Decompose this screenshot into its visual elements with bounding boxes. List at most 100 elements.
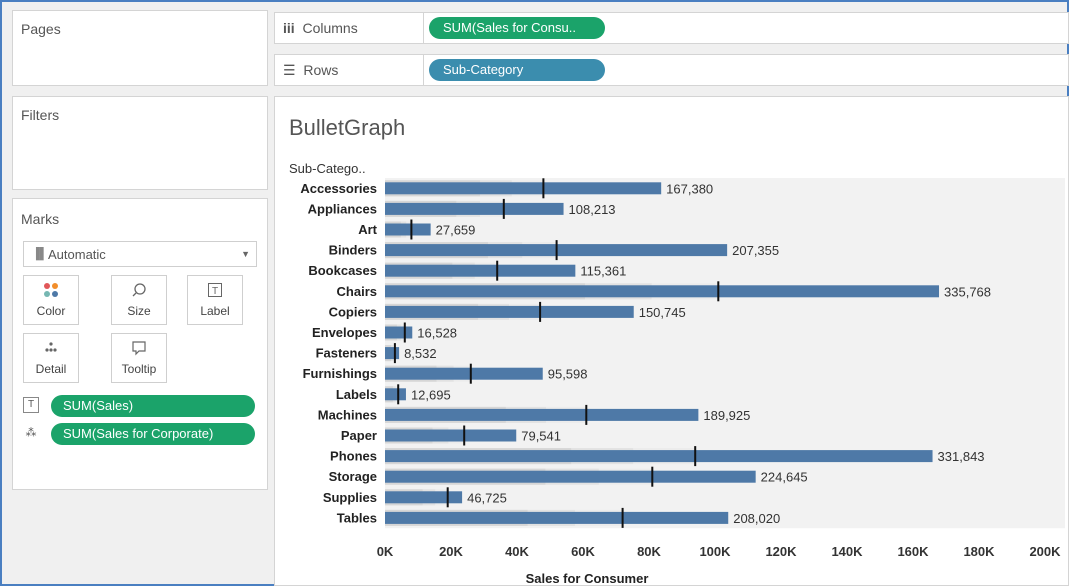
data-label: 8,532 — [404, 346, 437, 361]
tooltip-button[interactable]: Tooltip — [111, 333, 167, 383]
tooltip-icon — [112, 340, 166, 360]
data-label: 208,020 — [733, 511, 780, 526]
marks-title: Marks — [21, 211, 60, 227]
bar — [385, 285, 940, 298]
bar — [385, 511, 729, 524]
x-tick-label: 180K — [963, 544, 995, 559]
marks-card: Marks ▐▌ Automatic ▼ Color Size T Label … — [12, 198, 268, 490]
x-tick-label: 20K — [439, 544, 463, 559]
shelf-divider — [423, 55, 424, 85]
columns-label-text: Columns — [302, 20, 358, 36]
sum-sales-corporate-pill[interactable]: SUM(Sales for Corporate) — [51, 423, 255, 445]
x-tick-label: 40K — [505, 544, 529, 559]
bar — [385, 367, 543, 380]
bar — [385, 491, 463, 504]
data-label: 79,541 — [521, 429, 561, 444]
pages-title: Pages — [21, 21, 61, 37]
bar — [385, 305, 634, 318]
x-tick-label: 80K — [637, 544, 661, 559]
data-label: 27,659 — [436, 223, 476, 238]
x-tick-label: 0K — [377, 544, 394, 559]
label-icon: T — [23, 397, 39, 413]
bullet-chart: Sub-Catego.. Accessories 167,380 Appliances… — [289, 161, 1065, 586]
category-label: Art — [358, 222, 377, 237]
category-label: Binders — [329, 243, 377, 258]
bar — [385, 408, 699, 421]
label-icon: T — [188, 282, 242, 302]
bar — [385, 388, 406, 401]
x-tick-label: 140K — [831, 544, 863, 559]
category-label: Storage — [329, 469, 377, 484]
filters-title: Filters — [21, 107, 60, 123]
x-axis-title: Sales for Consumer — [526, 571, 649, 586]
bar — [385, 202, 564, 215]
color-icon — [24, 282, 78, 302]
color-label: Color — [36, 304, 66, 318]
x-tick-label: 100K — [699, 544, 731, 559]
label-button[interactable]: T Label — [187, 275, 243, 325]
category-label: Copiers — [329, 304, 377, 319]
category-label: Fasteners — [316, 346, 377, 361]
bar — [385, 470, 756, 483]
bar — [385, 326, 413, 339]
bar — [385, 450, 933, 463]
category-label: Chairs — [337, 284, 377, 299]
columns-shelf[interactable]: iii Columns SUM(Sales for Consu.. — [274, 12, 1069, 44]
category-label: Appliances — [308, 201, 377, 216]
x-tick-label: 120K — [765, 544, 797, 559]
data-label: 150,745 — [639, 305, 686, 320]
rows-pill[interactable]: Sub-Category — [429, 59, 605, 81]
detail-button[interactable]: Detail — [23, 333, 79, 383]
svg-text:T: T — [212, 286, 218, 297]
filters-card[interactable]: Filters — [12, 96, 268, 190]
size-label: Size — [127, 304, 151, 318]
category-label: Phones — [330, 449, 377, 464]
bar — [385, 264, 576, 277]
category-label: Furnishings — [303, 366, 377, 381]
size-button[interactable]: Size — [111, 275, 167, 325]
category-label: Envelopes — [312, 325, 377, 340]
bar — [385, 347, 400, 360]
bar — [385, 223, 431, 236]
category-label: Paper — [341, 428, 377, 443]
shelf-divider — [423, 13, 424, 43]
category-label: Machines — [318, 407, 377, 422]
category-label: Supplies — [323, 490, 377, 505]
sum-sales-pill[interactable]: SUM(Sales) — [51, 395, 255, 417]
chevron-down-icon: ▼ — [241, 249, 250, 259]
rows-shelf-label: ☰ Rows — [283, 62, 338, 79]
rows-shelf[interactable]: ☰ Rows Sub-Category — [274, 54, 1069, 86]
bar — [385, 182, 662, 195]
rows-label-text: Rows — [303, 62, 339, 78]
data-label: 95,598 — [548, 367, 588, 382]
columns-icon: iii — [283, 20, 295, 36]
data-label: 46,725 — [467, 490, 507, 505]
data-label: 335,768 — [944, 284, 991, 299]
row-header-label: Sub-Catego.. — [289, 161, 366, 176]
x-tick-label: 160K — [897, 544, 929, 559]
bar — [385, 429, 517, 442]
data-label: 207,355 — [732, 243, 779, 258]
worksheet-view: BulletGraph Sub-Catego.. Accessories 167,3… — [274, 96, 1069, 586]
color-button[interactable]: Color — [23, 275, 79, 325]
data-label: 16,528 — [417, 326, 457, 341]
category-label: Labels — [336, 387, 377, 402]
detail-icon: ⁂ — [23, 425, 39, 441]
data-label: 115,361 — [580, 264, 626, 279]
x-tick-label: 60K — [571, 544, 595, 559]
pages-card[interactable]: Pages — [12, 10, 268, 86]
bar-chart-icon: ▐▌ — [32, 248, 48, 260]
tooltip-label: Tooltip — [121, 362, 157, 376]
mark-type-value: Automatic — [48, 247, 106, 262]
data-label: 108,213 — [569, 202, 616, 217]
columns-shelf-label: iii Columns — [283, 20, 358, 36]
category-label: Accessories — [300, 181, 377, 196]
rows-icon: ☰ — [283, 62, 296, 78]
mark-type-dropdown[interactable]: ▐▌ Automatic ▼ — [23, 241, 257, 267]
detail-icon — [24, 340, 78, 360]
columns-pill[interactable]: SUM(Sales for Consu.. — [429, 17, 605, 39]
detail-label: Detail — [35, 362, 67, 376]
data-label: 12,695 — [411, 387, 451, 402]
data-label: 331,843 — [938, 449, 985, 464]
data-label: 224,645 — [761, 470, 808, 485]
